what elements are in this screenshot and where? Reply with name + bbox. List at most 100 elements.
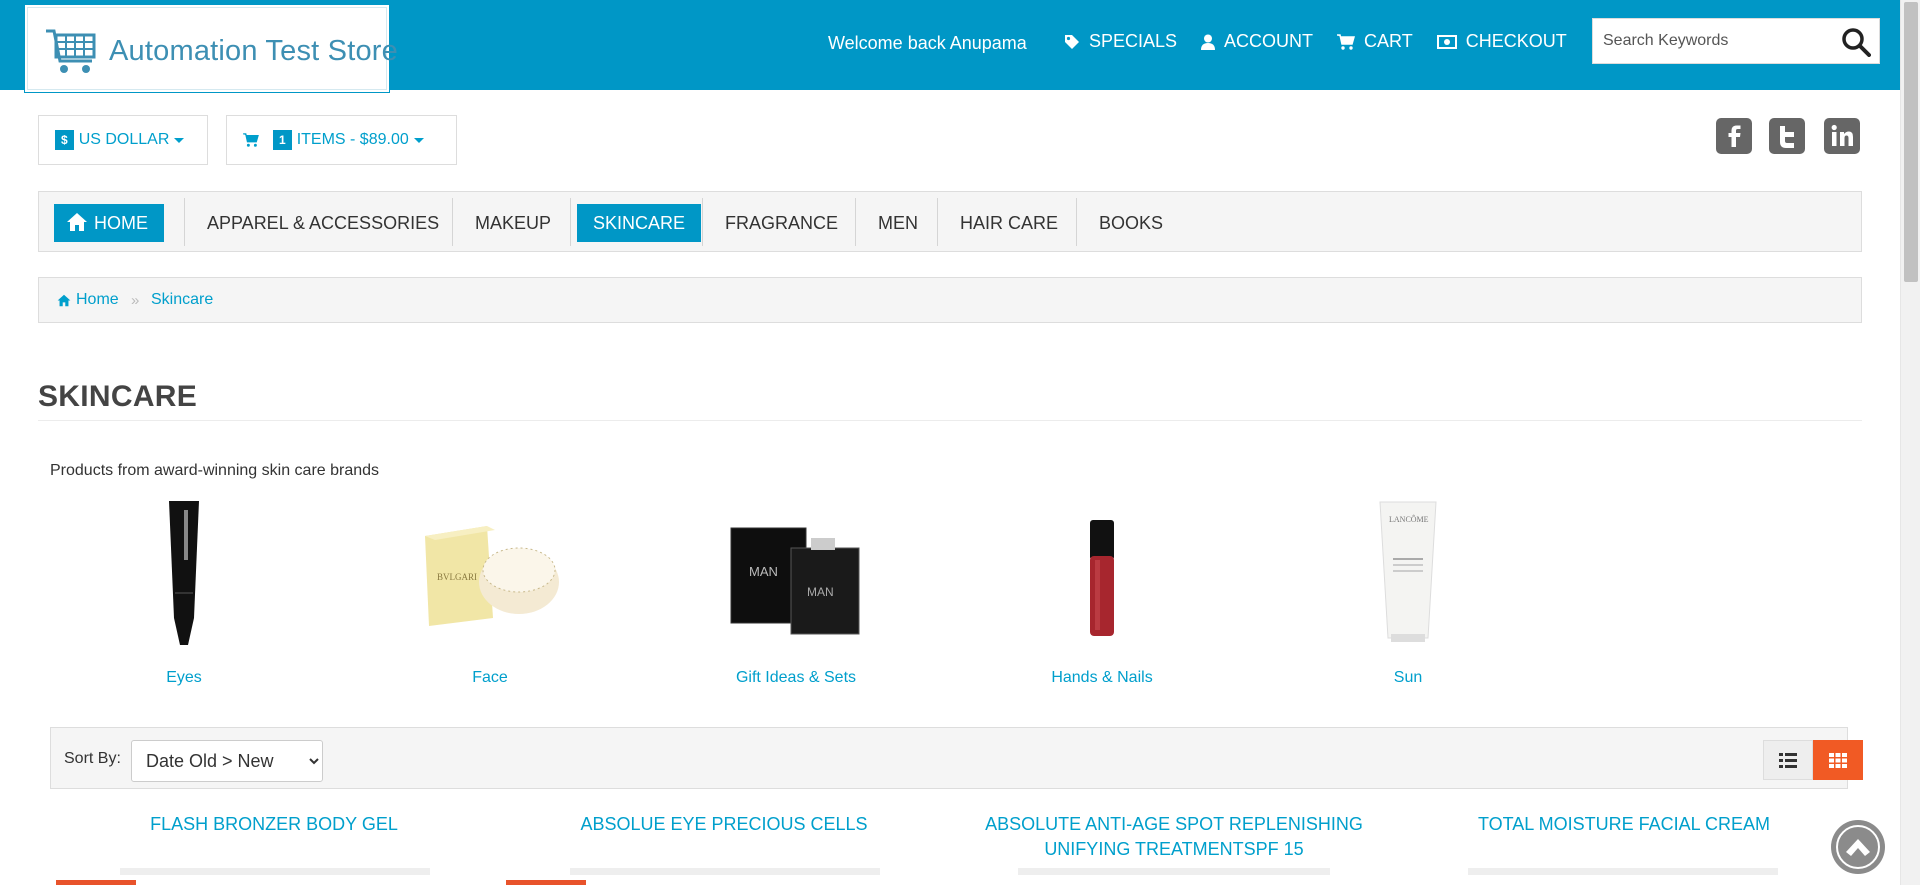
menu-divider — [452, 198, 453, 246]
cart-icon — [1337, 33, 1356, 50]
subcategory-sun-label: Sun — [1393, 669, 1423, 686]
divider — [38, 420, 1862, 421]
category-description: Products from award-winning skin care br… — [50, 462, 380, 479]
welcome-message[interactable]: Welcome back Anupama — [828, 33, 1027, 54]
nav-home-label: HOME — [94, 213, 148, 233]
breadcrumb: Home » Skincare — [38, 277, 1862, 323]
menu-divider — [184, 198, 185, 246]
page-scrollbar[interactable] — [1900, 0, 1920, 885]
account-link[interactable]: ACCOUNT — [1201, 31, 1313, 52]
store-logo[interactable]: Automation Test Store — [24, 4, 398, 93]
sun-product-image: LANCÔME — [1379, 501, 1437, 642]
page-title: SKINCARE — [38, 380, 198, 413]
checkout-link[interactable]: CHECKOUT — [1436, 31, 1567, 52]
menu-divider — [937, 198, 938, 246]
cart-icon — [243, 133, 259, 147]
sort-select[interactable]: Date Old > New — [131, 740, 323, 782]
chevron-down-icon — [174, 137, 185, 143]
currency-label: US DOLLAR — [78, 131, 170, 148]
home-icon — [57, 294, 71, 306]
product-title-absolue-eye[interactable]: ABSOLUE EYE PRECIOUS CELLS — [524, 812, 924, 837]
specials-link[interactable]: SPECIALS — [1064, 31, 1177, 52]
grid-icon — [1829, 752, 1847, 768]
checkout-label: CHECKOUT — [1465, 31, 1567, 51]
sale-badge — [56, 880, 136, 885]
nav-makeup[interactable]: MAKEUP — [459, 204, 567, 242]
chevron-right-icon: » — [131, 292, 140, 309]
cart-link[interactable]: CART — [1337, 31, 1413, 52]
mini-cart-dropdown[interactable]: 1 ITEMS - $89.00 — [226, 115, 457, 165]
menu-divider — [702, 198, 703, 246]
search-input[interactable] — [1603, 27, 1833, 55]
subcategory-sun[interactable]: LANCÔME Sun — [1328, 498, 1488, 687]
breadcrumb-home[interactable]: Home — [57, 291, 119, 309]
grid-view-button[interactable] — [1813, 740, 1863, 780]
svg-text:LANCÔME: LANCÔME — [1389, 514, 1429, 524]
menu-divider — [570, 198, 571, 246]
chevron-up-icon — [1836, 825, 1880, 869]
product-title-flash-bronzer[interactable]: FLASH BRONZER BODY GEL — [74, 812, 474, 837]
chevron-down-icon — [413, 137, 424, 143]
face-product-image: BVLGARI — [425, 526, 559, 626]
list-view-button[interactable] — [1763, 740, 1813, 780]
facebook-icon[interactable] — [1716, 117, 1752, 155]
top-header: Automation Test Store Welcome back Anupa… — [0, 0, 1900, 93]
breadcrumb-home-label: Home — [76, 291, 119, 308]
account-label: ACCOUNT — [1224, 31, 1314, 51]
subcategory-gift-ideas-label: Gift Ideas & Sets — [735, 669, 857, 686]
tag-icon — [1065, 34, 1079, 49]
subcategory-face[interactable]: BVLGARI Face — [410, 498, 570, 687]
nav-men[interactable]: MEN — [862, 204, 934, 242]
nav-hair-care[interactable]: HAIR CARE — [944, 204, 1074, 242]
nav-home[interactable]: HOME — [54, 204, 164, 242]
search-icon[interactable] — [1841, 27, 1871, 57]
category-menu: HOME APPAREL & ACCESSORIES MAKEUP SKINCA… — [38, 191, 1862, 252]
product-title-absolute-anti-age[interactable]: ABSOLUTE ANTI-AGE SPOT REPLENISHING UNIF… — [974, 812, 1374, 862]
nav-apparel[interactable]: APPAREL & ACCESSORIES — [191, 204, 455, 242]
subcategory-eyes[interactable]: Eyes — [104, 498, 264, 687]
breadcrumb-skincare[interactable]: Skincare — [151, 291, 213, 309]
sort-toolbar: Sort By: Date Old > New — [50, 727, 1863, 789]
menu-divider — [1076, 198, 1077, 246]
list-icon — [1779, 752, 1797, 768]
product-image-top — [1468, 868, 1778, 875]
currency-symbol: $ — [55, 130, 74, 150]
currency-dropdown[interactable]: $ US DOLLAR — [38, 115, 208, 165]
svg-text:MAN: MAN — [749, 564, 778, 579]
product-title-total-moisture[interactable]: TOTAL MOISTURE FACIAL CREAM — [1424, 812, 1824, 837]
subcategory-face-label: Face — [472, 669, 508, 686]
nav-skincare[interactable]: SKINCARE — [577, 204, 702, 242]
product-image-top — [1018, 868, 1330, 875]
sort-label: Sort By: — [64, 750, 121, 767]
shopping-cart-logo-icon — [46, 29, 96, 73]
subcategory-eyes-label: Eyes — [166, 669, 202, 686]
money-icon — [1436, 34, 1457, 49]
cart-count-badge: 1 — [273, 130, 292, 150]
user-icon — [1201, 34, 1216, 50]
sale-badge — [506, 880, 586, 885]
back-to-top-button[interactable] — [1831, 820, 1885, 874]
subcategory-hands-nails[interactable]: Hands & Nails — [1022, 498, 1182, 687]
product-image-top — [120, 868, 430, 875]
nav-books[interactable]: BOOKS — [1083, 204, 1179, 242]
subcategory-hands-nails-label: Hands & Nails — [1051, 669, 1153, 686]
specials-label: SPECIALS — [1089, 31, 1178, 51]
nail-polish-product-image — [1090, 520, 1114, 636]
nav-fragrance[interactable]: FRAGRANCE — [709, 204, 854, 242]
subcategory-gift-ideas[interactable]: MAN MAN Gift Ideas & Sets — [716, 498, 876, 687]
svg-text:MAN: MAN — [807, 585, 834, 599]
twitter-icon[interactable] — [1769, 117, 1805, 155]
cart-total-label: ITEMS - $89.00 — [296, 131, 409, 148]
store-name: Automation Test Store — [109, 35, 398, 67]
scrollbar-thumb[interactable] — [1904, 2, 1918, 282]
eyes-product-image — [169, 501, 199, 645]
top-nav: SPECIALS ACCOUNT CART CHECKOUT — [1064, 31, 1591, 52]
product-image-top — [570, 868, 880, 875]
search-box — [1592, 18, 1880, 64]
gift-set-product-image: MAN MAN — [730, 527, 860, 635]
svg-text:BVLGARI: BVLGARI — [437, 572, 477, 582]
menu-divider — [855, 198, 856, 246]
cart-label: CART — [1364, 31, 1413, 51]
linkedin-icon[interactable] — [1824, 117, 1860, 155]
home-icon — [67, 213, 87, 231]
